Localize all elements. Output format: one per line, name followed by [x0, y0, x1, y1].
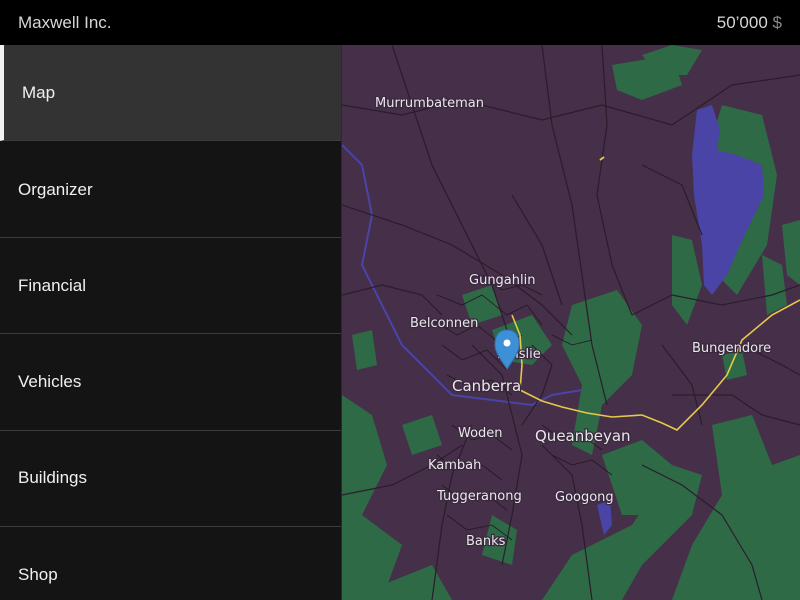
- nav-item-label: Financial: [18, 276, 87, 295]
- top-bar: Maxwell Inc. 50’000 $: [0, 0, 800, 45]
- map-label-murrumbateman: Murrumbateman: [375, 96, 484, 111]
- map-canvas[interactable]: Murrumbateman Gungahlin Belconnen Ainsli…: [342, 45, 800, 600]
- nav-item-vehicles[interactable]: Vehicles: [0, 334, 341, 431]
- sidebar-nav: Map Organizer Financial Vehicles Buildin…: [0, 45, 342, 600]
- map-label-belconnen: Belconnen: [410, 316, 478, 331]
- map-label-kambah: Kambah: [428, 458, 481, 473]
- nav-item-map[interactable]: Map: [0, 45, 341, 141]
- map-label-gungahlin: Gungahlin: [469, 273, 535, 288]
- map-view[interactable]: Murrumbateman Gungahlin Belconnen Ainsli…: [342, 45, 800, 600]
- map-label-googong: Googong: [555, 490, 614, 505]
- nav-item-label: Vehicles: [18, 372, 82, 391]
- nav-item-financial[interactable]: Financial: [0, 238, 341, 334]
- nav-item-label: Organizer: [18, 180, 93, 199]
- currency-symbol: $: [772, 13, 782, 32]
- nav-item-label: Map: [22, 83, 56, 102]
- map-label-banks: Banks: [466, 534, 506, 549]
- nav-item-shop[interactable]: Shop: [0, 527, 341, 600]
- map-label-canberra: Canberra: [452, 377, 521, 395]
- nav-item-label: Buildings: [18, 468, 87, 487]
- map-label-tuggeranong: Tuggeranong: [436, 489, 522, 504]
- balance-display: 50’000 $: [717, 13, 782, 33]
- map-label-woden: Woden: [458, 426, 503, 441]
- map-label-bungendore: Bungendore: [692, 341, 771, 356]
- balance-amount: 50’000: [716, 13, 768, 32]
- company-name: Maxwell Inc.: [18, 13, 112, 32]
- nav-item-label: Shop: [18, 565, 58, 584]
- map-label-queanbeyan: Queanbeyan: [535, 427, 631, 445]
- nav-item-organizer[interactable]: Organizer: [0, 141, 341, 238]
- nav-item-buildings[interactable]: Buildings: [0, 431, 341, 527]
